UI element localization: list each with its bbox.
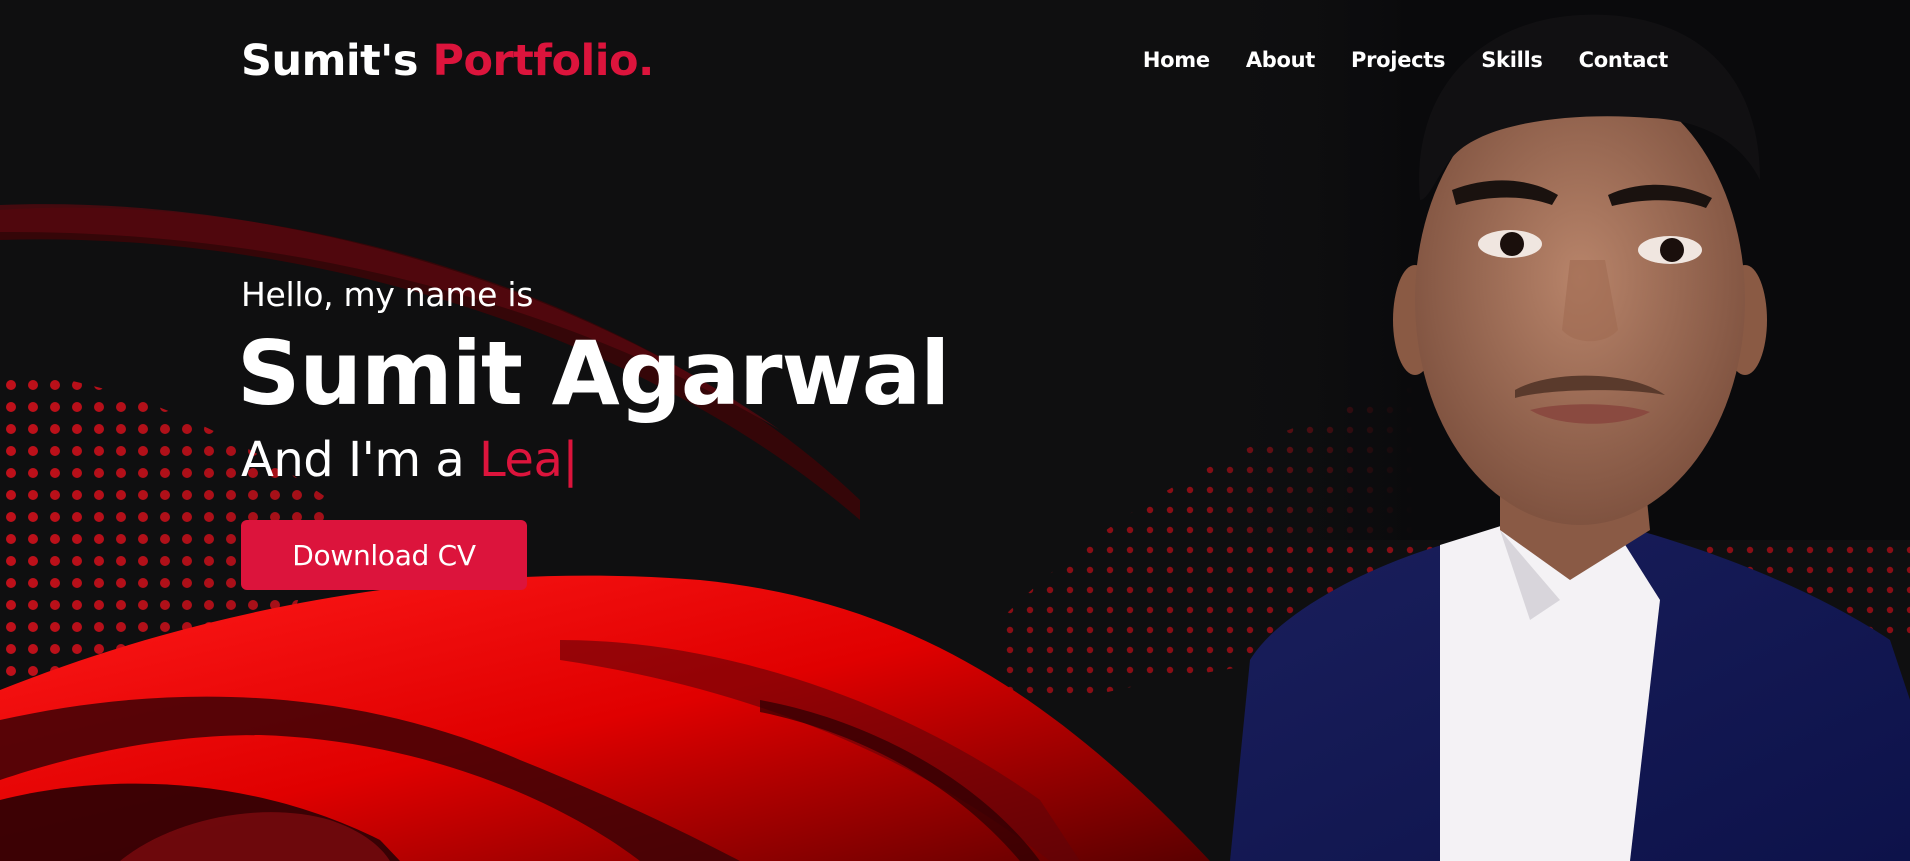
hero-greeting: Hello, my name is: [241, 275, 534, 314]
hero-role-typed: Lea: [479, 432, 563, 488]
nav-item-projects: Projects: [1351, 48, 1446, 72]
hero-role-prefix: And I'm a: [241, 432, 465, 488]
profile-photo: [1200, 0, 1910, 861]
nav-link-about[interactable]: About: [1246, 48, 1316, 72]
hero-name: Sumit Agarwal: [237, 322, 950, 425]
nav-link-skills[interactable]: Skills: [1481, 48, 1543, 72]
hero-role: And I'm a Lea|: [241, 432, 579, 488]
nav-item-contact: Contact: [1579, 48, 1669, 72]
nav-item-about: About: [1246, 48, 1316, 72]
nav-item-skills: Skills: [1481, 48, 1543, 72]
download-cv-button[interactable]: Download CV: [241, 520, 527, 590]
site-logo[interactable]: Sumit's Portfolio.: [241, 36, 654, 86]
navbar: Sumit's Portfolio. Home About Projects S…: [0, 0, 1910, 125]
nav-item-home: Home: [1143, 48, 1210, 72]
nav-menu: Home About Projects Skills Contact: [1143, 48, 1668, 72]
portfolio-page: Sumit's Portfolio. Home About Projects S…: [0, 0, 1910, 861]
logo-main-text: Sumit's: [241, 36, 418, 86]
logo-accent-text: Portfolio.: [432, 36, 654, 86]
nav-link-projects[interactable]: Projects: [1351, 48, 1446, 72]
typing-cursor: |: [562, 432, 579, 488]
nav-link-contact[interactable]: Contact: [1579, 48, 1669, 72]
nav-link-home[interactable]: Home: [1143, 48, 1210, 72]
